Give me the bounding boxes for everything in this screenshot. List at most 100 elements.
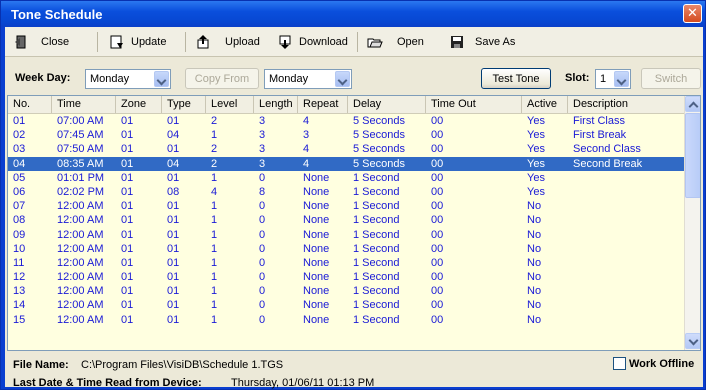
copy-from-select[interactable]: Monday (264, 69, 352, 89)
table-row[interactable]: 13 12:00 AM 01 01 1 0 None 1 Second 00 No (8, 284, 686, 298)
col-level-cell[interactable]: 1 (206, 313, 254, 327)
col-time-cell[interactable]: 08:35 AM (52, 157, 116, 171)
col-time-cell[interactable]: 01:01 PM (52, 171, 116, 185)
col-time-out-cell[interactable]: 00 (426, 157, 522, 171)
col-active-cell[interactable]: No (522, 199, 568, 213)
col-active-cell[interactable]: Yes (522, 114, 568, 128)
col-description-cell[interactable] (568, 185, 686, 199)
header-col-time-out[interactable]: Time Out (426, 96, 522, 113)
col-type-cell[interactable]: 01 (162, 142, 206, 156)
col-description-cell[interactable] (568, 171, 686, 185)
col-zone-cell[interactable]: 01 (116, 199, 162, 213)
col-type-cell[interactable]: 01 (162, 284, 206, 298)
col-zone-cell[interactable]: 01 (116, 256, 162, 270)
col-description-cell[interactable] (568, 242, 686, 256)
col-time-out-cell[interactable]: 00 (426, 256, 522, 270)
table-row[interactable]: 15 12:00 AM 01 01 1 0 None 1 Second 00 No (8, 313, 686, 327)
col-repeat-cell[interactable]: None (298, 171, 348, 185)
copy-from-button[interactable]: Copy From (185, 68, 259, 89)
col-length-cell[interactable]: 3 (254, 142, 298, 156)
col-repeat-cell[interactable]: 3 (298, 128, 348, 142)
header-col-no[interactable]: No. (8, 96, 52, 113)
col-time-cell[interactable]: 12:00 AM (52, 242, 116, 256)
col-level-cell[interactable]: 2 (206, 157, 254, 171)
close-button[interactable]: Close (13, 33, 69, 51)
col-delay-cell[interactable]: 1 Second (348, 270, 426, 284)
col-no-cell[interactable]: 03 (8, 142, 52, 156)
upload-button[interactable]: Upload (195, 33, 260, 51)
test-tone-button[interactable]: Test Tone (481, 68, 551, 89)
col-zone-cell[interactable]: 01 (116, 228, 162, 242)
table-row[interactable]: 14 12:00 AM 01 01 1 0 None 1 Second 00 No (8, 298, 686, 312)
col-level-cell[interactable]: 1 (206, 284, 254, 298)
col-no-cell[interactable]: 06 (8, 185, 52, 199)
col-length-cell[interactable]: 0 (254, 242, 298, 256)
col-repeat-cell[interactable]: None (298, 199, 348, 213)
col-no-cell[interactable]: 11 (8, 256, 52, 270)
col-type-cell[interactable]: 01 (162, 171, 206, 185)
col-level-cell[interactable]: 4 (206, 185, 254, 199)
col-time-cell[interactable]: 12:00 AM (52, 313, 116, 327)
col-description-cell[interactable] (568, 313, 686, 327)
col-active-cell[interactable]: No (522, 213, 568, 227)
window-close-button[interactable]: ✕ (683, 4, 702, 23)
col-type-cell[interactable]: 04 (162, 128, 206, 142)
save-as-button[interactable]: Save As (449, 33, 515, 51)
col-type-cell[interactable]: 01 (162, 213, 206, 227)
table-row[interactable]: 05 01:01 PM 01 01 1 0 None 1 Second 00 Yes (8, 171, 686, 185)
col-zone-cell[interactable]: 01 (116, 284, 162, 298)
chevron-down-icon[interactable] (614, 71, 629, 87)
col-zone-cell[interactable]: 01 (116, 157, 162, 171)
chevron-down-icon[interactable] (335, 71, 350, 87)
col-time-cell[interactable]: 12:00 AM (52, 199, 116, 213)
col-length-cell[interactable]: 0 (254, 213, 298, 227)
col-zone-cell[interactable]: 01 (116, 128, 162, 142)
col-type-cell[interactable]: 01 (162, 242, 206, 256)
table-row[interactable]: 12 12:00 AM 01 01 1 0 None 1 Second 00 No (8, 270, 686, 284)
col-repeat-cell[interactable]: 4 (298, 114, 348, 128)
col-level-cell[interactable]: 1 (206, 213, 254, 227)
col-delay-cell[interactable]: 5 Seconds (348, 128, 426, 142)
chevron-down-icon[interactable] (154, 71, 169, 87)
col-description-cell[interactable] (568, 213, 686, 227)
col-zone-cell[interactable]: 01 (116, 313, 162, 327)
col-time-out-cell[interactable]: 00 (426, 284, 522, 298)
col-zone-cell[interactable]: 01 (116, 298, 162, 312)
col-level-cell[interactable]: 1 (206, 242, 254, 256)
col-length-cell[interactable]: 0 (254, 199, 298, 213)
col-length-cell[interactable]: 0 (254, 256, 298, 270)
col-zone-cell[interactable]: 01 (116, 171, 162, 185)
col-zone-cell[interactable]: 01 (116, 114, 162, 128)
col-description-cell[interactable] (568, 199, 686, 213)
open-button[interactable]: Open (367, 33, 424, 51)
col-delay-cell[interactable]: 1 Second (348, 242, 426, 256)
col-time-out-cell[interactable]: 00 (426, 114, 522, 128)
header-col-description[interactable]: Description (568, 96, 686, 113)
col-time-out-cell[interactable]: 00 (426, 228, 522, 242)
vertical-scrollbar[interactable] (684, 96, 700, 350)
col-repeat-cell[interactable]: None (298, 256, 348, 270)
switch-button[interactable]: Switch (641, 68, 701, 89)
col-repeat-cell[interactable]: None (298, 228, 348, 242)
scroll-up-icon[interactable] (685, 96, 700, 112)
col-time-out-cell[interactable]: 00 (426, 185, 522, 199)
work-offline-checkbox[interactable] (613, 357, 626, 370)
col-level-cell[interactable]: 1 (206, 228, 254, 242)
col-level-cell[interactable]: 1 (206, 298, 254, 312)
col-type-cell[interactable]: 01 (162, 313, 206, 327)
col-repeat-cell[interactable]: None (298, 298, 348, 312)
col-active-cell[interactable]: Yes (522, 185, 568, 199)
col-time-cell[interactable]: 12:00 AM (52, 284, 116, 298)
col-time-out-cell[interactable]: 00 (426, 298, 522, 312)
table-row[interactable]: 02 07:45 AM 01 04 1 3 3 5 Seconds 00 Yes First Bre… (8, 128, 686, 142)
col-active-cell[interactable]: No (522, 284, 568, 298)
col-active-cell[interactable]: No (522, 256, 568, 270)
col-no-cell[interactable]: 15 (8, 313, 52, 327)
col-delay-cell[interactable]: 1 Second (348, 185, 426, 199)
col-description-cell[interactable] (568, 270, 686, 284)
col-time-cell[interactable]: 12:00 AM (52, 256, 116, 270)
col-time-out-cell[interactable]: 00 (426, 128, 522, 142)
col-zone-cell[interactable]: 01 (116, 270, 162, 284)
download-button[interactable]: Download (277, 33, 348, 51)
header-col-length[interactable]: Length (254, 96, 298, 113)
